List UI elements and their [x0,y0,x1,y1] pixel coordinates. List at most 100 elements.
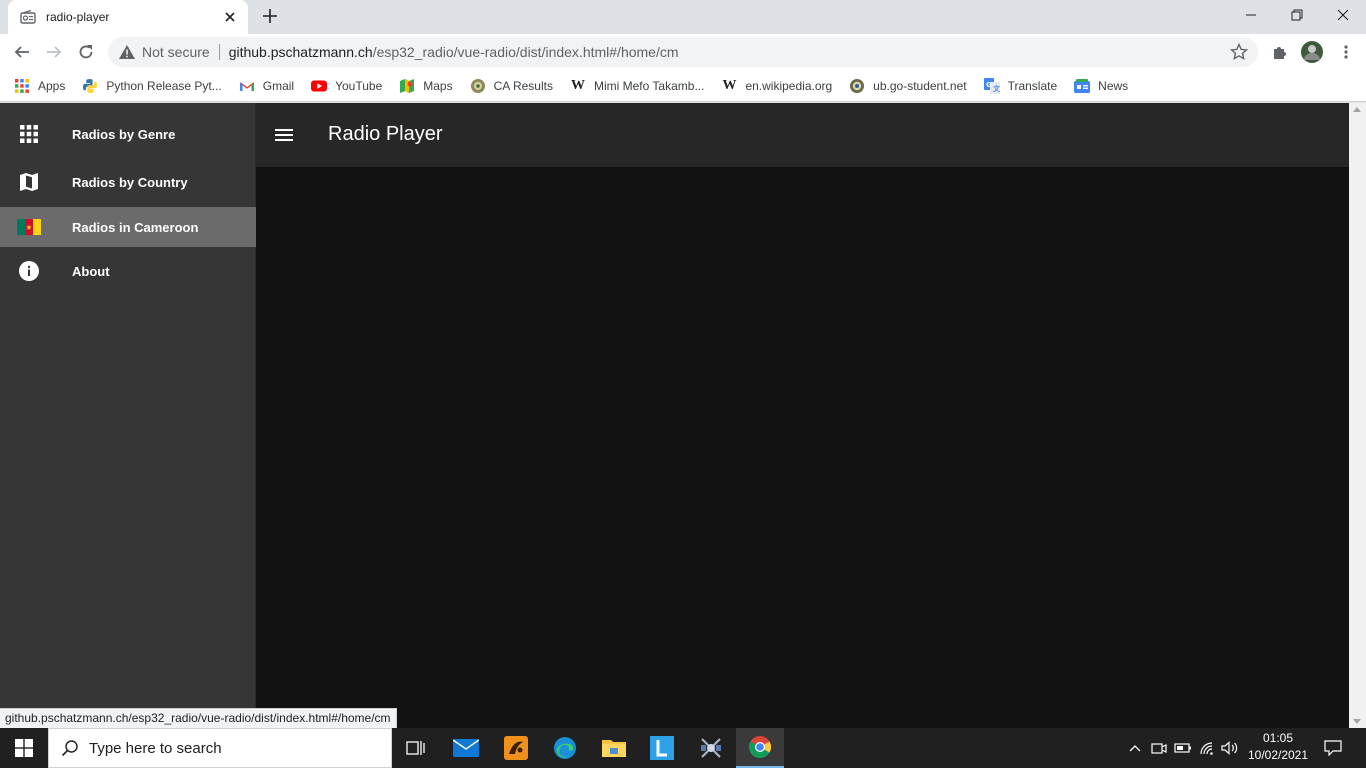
browser-titlebar: radio-player [0,0,1366,34]
cameroon-flag-icon [17,215,41,239]
scroll-down-icon[interactable] [1353,719,1361,724]
clock-date: 10/02/2021 [1247,748,1309,762]
wifi-icon [1200,742,1213,755]
task-view-button[interactable] [392,728,440,768]
kebab-menu-icon [1344,45,1348,59]
restore-icon [1291,9,1303,21]
address-bar[interactable]: Not secure github.pschatzmann.ch/esp32_r… [108,37,1258,67]
browser-toolbar: Not secure github.pschatzmann.ch/esp32_r… [0,34,1366,70]
bookmark-news[interactable]: News [1074,78,1128,94]
taskbar-search-box[interactable]: Type here to search [48,728,392,768]
warning-icon[interactable] [118,44,136,60]
bookmark-youtube[interactable]: YouTube [311,78,382,94]
action-center-button[interactable] [1320,728,1346,768]
satellite-app-button[interactable] [687,728,735,768]
bookmark-python[interactable]: Python Release Pyt... [82,78,222,94]
bookmark-apps[interactable]: Apps [14,78,65,94]
window-close-button[interactable] [1320,0,1366,30]
search-placeholder: Type here to search [89,739,222,757]
chrome-taskbar-button[interactable] [736,728,784,768]
restore-button[interactable] [1274,0,1320,30]
bookmark-go-student[interactable]: ub.go-student.net [849,78,967,94]
translate-icon: G文 [983,77,1000,94]
mail-icon [453,739,479,757]
news-icon [1074,78,1091,94]
chrome-menu-button[interactable] [1332,38,1360,66]
security-label[interactable]: Not secure [142,44,210,60]
close-icon[interactable] [222,9,238,25]
start-button[interactable] [0,728,48,768]
back-button[interactable] [8,38,36,66]
notification-icon [1324,740,1342,756]
network-status[interactable] [1196,728,1218,768]
bookmark-gmail[interactable]: Gmail [239,78,294,94]
volume-control[interactable] [1219,728,1241,768]
scroll-up-icon[interactable] [1353,107,1361,112]
app-viewport: Radios by Genre Radios by Country Radios… [0,103,1366,728]
clock-time: 01:05 [1262,731,1294,745]
radio-favicon-icon [20,9,36,25]
vertical-scrollbar[interactable] [1349,103,1366,728]
bookmark-label: Mimi Mefo Takamb... [593,78,705,93]
profile-avatar[interactable] [1298,38,1326,66]
maps-icon [399,78,415,94]
file-explorer-button[interactable] [590,728,638,768]
taskbar-clock[interactable]: 01:05 10/02/2021 [1240,730,1316,766]
wikipedia-icon: W [722,77,737,93]
drawer-item-country[interactable]: Radios by Country [0,162,256,202]
bookmark-label: en.wikipedia.org [745,78,833,93]
wikipedia-icon: W [570,77,585,93]
bookmark-wikipedia[interactable]: W en.wikipedia.org [721,78,832,94]
task-view-icon [406,741,425,755]
extensions-button[interactable] [1266,38,1294,66]
ca-results-icon [470,78,486,94]
satellite-icon [701,738,721,758]
url-path[interactable]: /esp32_radio/vue-radio/dist/index.html#/… [373,44,679,60]
battery-status[interactable] [1172,728,1194,768]
browser-tab[interactable]: radio-player [8,0,248,34]
mail-app-button[interactable] [442,728,490,768]
svg-text:文: 文 [993,84,1000,93]
drawer-item-genre[interactable]: Radios by Genre [0,114,256,154]
show-hidden-icons-button[interactable] [1124,728,1146,768]
new-tab-button[interactable] [258,6,282,28]
battery-icon [1174,743,1191,753]
bookmarks-bar: Apps Python Release Pyt... Gmail YouTube… [0,70,1366,102]
url-host[interactable]: github.pschatzmann.ch [229,44,373,60]
l-app-button[interactable] [638,728,686,768]
bookmark-label: News [1098,78,1129,93]
hamburger-menu-icon[interactable] [272,123,296,147]
youtube-icon [311,78,328,94]
address-separator [218,44,220,60]
l-app-icon [650,736,674,760]
drawer-item-about[interactable]: About [0,251,256,291]
bookmark-ca-results[interactable]: CA Results [470,78,553,94]
bookmark-mimi-mefo[interactable]: W Mimi Mefo Takamb... [570,78,704,94]
tab-title: radio-player [46,10,110,24]
app-orange-button[interactable] [492,728,540,768]
forward-button[interactable] [40,38,68,66]
folder-icon [602,740,626,757]
windows-logo-icon [15,739,33,757]
puzzle-icon [1274,47,1286,59]
meet-now-button[interactable] [1148,728,1170,768]
minimize-button[interactable] [1228,0,1274,30]
minimize-icon [1246,14,1256,16]
info-icon [17,259,41,283]
bookmark-maps[interactable]: Maps [399,78,453,94]
drawer-item-label: Radios in Cameroon [72,219,199,235]
edge-browser-button[interactable] [541,728,589,768]
star-icon[interactable] [1229,42,1249,61]
windows-taskbar: Type here to search 01:05 10/02/2021 [0,728,1366,768]
bookmark-label: Gmail [262,78,295,93]
drawer-item-label: Radios by Genre [72,126,176,142]
drawer-item-label: About [72,263,110,279]
drawer-item-cameroon[interactable]: Radios in Cameroon [0,207,256,247]
chevron-up-icon [1129,745,1141,752]
apps-grid-icon [14,78,30,94]
reload-button[interactable] [72,38,100,66]
reload-icon [79,45,93,59]
bookmark-translate[interactable]: G文 Translate [983,77,1057,94]
status-bubble: github.pschatzmann.ch/esp32_radio/vue-ra… [0,708,397,728]
app-toolbar: Radio Player [256,103,1349,167]
